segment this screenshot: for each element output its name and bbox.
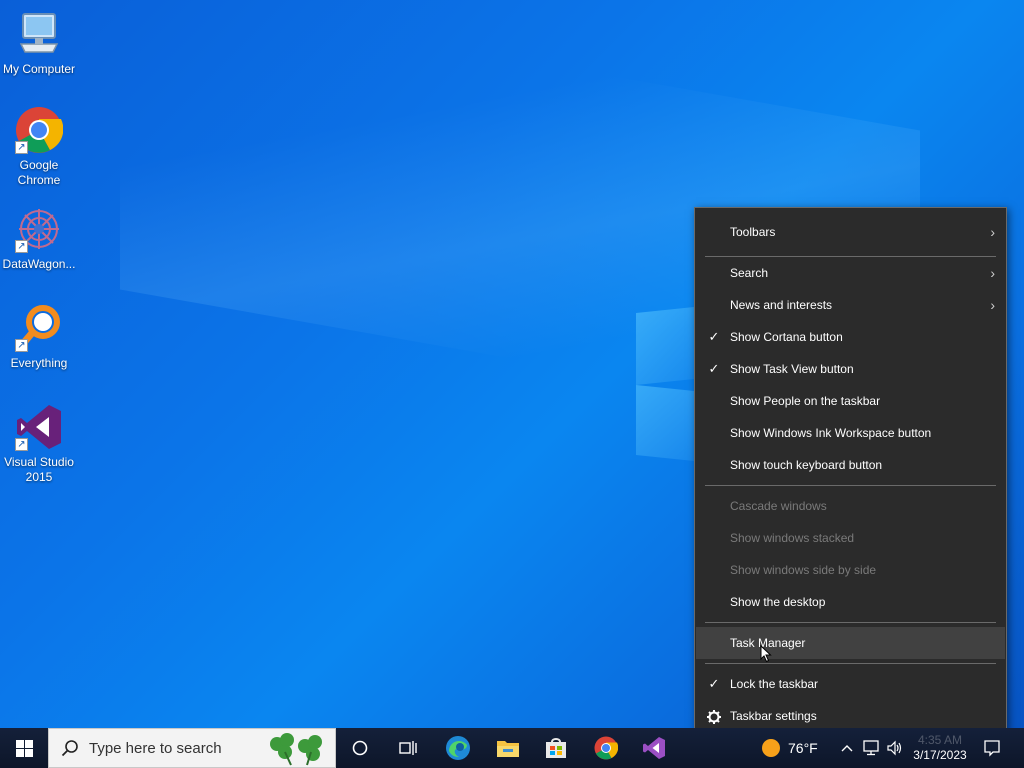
desktop-icon-datawagon[interactable]: ↗ DataWagon...: [0, 205, 78, 272]
menu-separator: [705, 485, 996, 486]
menu-item-label: Show windows stacked: [730, 531, 855, 545]
task-view-button[interactable]: [388, 728, 428, 768]
shortcut-arrow-icon: ↗: [15, 438, 28, 451]
chrome-icon: ↗: [15, 106, 64, 154]
menu-item-label: Show Windows Ink Workspace button: [730, 426, 932, 440]
menu-item-news-and-interests[interactable]: News and interests ›: [696, 289, 1005, 321]
submenu-arrow-icon: ›: [990, 265, 995, 281]
wallpaper-logo-pane-bottom: [636, 384, 694, 462]
store-icon: [546, 738, 566, 758]
menu-item-cascade-windows: Cascade windows: [696, 490, 1005, 522]
menu-item-label: Toolbars: [730, 225, 776, 239]
speaker-icon: [887, 740, 902, 756]
menu-item-show-windows-side-by-side: Show windows side by side: [696, 554, 1005, 586]
menu-item-show-touch-keyboard[interactable]: Show touch keyboard button: [696, 449, 1005, 481]
clock-date: 3/17/2023: [913, 748, 967, 762]
weather-temperature: 76°F: [788, 740, 818, 756]
weather-sun-icon: [762, 739, 780, 757]
menu-item-label: Show touch keyboard button: [730, 458, 883, 472]
shamrock-icon: [263, 732, 327, 768]
clock-time: 4:35 AM: [917, 733, 963, 747]
checkmark-icon: ✓: [708, 361, 720, 376]
taskbar-app-visual-studio[interactable]: [634, 728, 674, 768]
wallpaper-logo-pane-top: [636, 306, 694, 386]
menu-item-toolbars[interactable]: Toolbars ›: [696, 216, 1005, 248]
menu-item-show-windows-stacked: Show windows stacked: [696, 522, 1005, 554]
mouse-cursor-icon: [760, 644, 772, 668]
task-view-icon: [399, 741, 417, 755]
checkmark-icon: ✓: [708, 329, 720, 344]
volume-button[interactable]: [884, 728, 906, 768]
taskbar: Type here to search 76°F 4:35 AM 3/17/20…: [0, 728, 1024, 768]
checkmark-icon: ✓: [708, 676, 720, 691]
notification-icon: [984, 740, 1000, 757]
desktop-icon-label: Everything: [10, 356, 68, 370]
network-button[interactable]: [860, 728, 882, 768]
menu-item-label: News and interests: [730, 298, 833, 312]
everything-search-icon: ↗: [15, 304, 63, 352]
desktop-icon-visual-studio[interactable]: ↗ Visual Studio 2015: [0, 403, 78, 485]
menu-item-label: Lock the taskbar: [730, 677, 819, 691]
windows-logo-icon: [15, 739, 33, 757]
chrome-icon: [594, 736, 618, 760]
show-hidden-icons-button[interactable]: [838, 728, 856, 768]
action-center-button[interactable]: [980, 728, 1004, 768]
visual-studio-icon: [643, 737, 665, 759]
desktop-icon-label: DataWagon...: [2, 257, 76, 271]
shortcut-arrow-icon: ↗: [15, 339, 28, 352]
desktop-icon-everything[interactable]: ↗ Everything: [0, 304, 78, 371]
menu-item-label: Show People on the taskbar: [730, 394, 881, 408]
menu-item-search[interactable]: Search ›: [696, 257, 1005, 289]
menu-separator: [705, 663, 996, 664]
search-icon: [61, 739, 79, 757]
cortana-icon: [352, 740, 368, 756]
edge-icon: [446, 736, 470, 760]
menu-item-label: Show Cortana button: [730, 330, 843, 344]
search-placeholder: Type here to search: [89, 739, 222, 757]
start-button[interactable]: [0, 728, 48, 768]
desktop-icon-label: Google Chrome: [17, 158, 61, 187]
menu-item-show-windows-ink[interactable]: Show Windows Ink Workspace button: [696, 417, 1005, 449]
desktop-icon-label: Visual Studio 2015: [4, 455, 74, 484]
menu-item-label: Search: [730, 266, 769, 280]
visual-studio-icon: ↗: [15, 403, 63, 451]
menu-item-task-manager[interactable]: Task Manager: [696, 627, 1005, 659]
menu-separator: [705, 622, 996, 623]
weather-widget[interactable]: 76°F: [762, 728, 832, 768]
menu-item-label: Show windows side by side: [730, 563, 877, 577]
menu-item-lock-the-taskbar[interactable]: ✓ Lock the taskbar: [696, 668, 1005, 700]
menu-item-show-people[interactable]: Show People on the taskbar: [696, 385, 1005, 417]
menu-item-show-cortana-button[interactable]: ✓ Show Cortana button: [696, 321, 1005, 353]
taskbar-app-chrome[interactable]: [586, 728, 626, 768]
file-explorer-icon: [497, 741, 519, 757]
desktop-icon-my-computer[interactable]: My Computer: [0, 10, 78, 77]
submenu-arrow-icon: ›: [990, 297, 995, 313]
clock[interactable]: 4:35 AM 3/17/2023: [908, 728, 972, 768]
menu-item-show-the-desktop[interactable]: Show the desktop: [696, 586, 1005, 618]
chevron-up-icon: [841, 745, 853, 752]
shortcut-arrow-icon: ↗: [15, 141, 28, 154]
menu-item-show-task-view-button[interactable]: ✓ Show Task View button: [696, 353, 1005, 385]
shortcut-arrow-icon: ↗: [15, 240, 28, 253]
desktop-icon-google-chrome[interactable]: ↗ Google Chrome: [0, 106, 78, 188]
menu-item-label: Show Task View button: [730, 362, 854, 376]
cortana-button[interactable]: [340, 728, 380, 768]
desktop-icon-label: My Computer: [2, 62, 76, 76]
taskbar-search-box[interactable]: Type here to search: [48, 728, 336, 768]
menu-item-label: Taskbar settings: [730, 709, 817, 723]
datawagon-icon: ↗: [15, 205, 63, 253]
submenu-arrow-icon: ›: [990, 224, 995, 240]
taskbar-app-file-explorer[interactable]: [488, 728, 528, 768]
taskbar-context-menu: Toolbars › Search › News and interests ›…: [694, 207, 1007, 740]
taskbar-app-edge[interactable]: [438, 728, 478, 768]
taskbar-app-store[interactable]: [536, 728, 576, 768]
menu-item-label: Show the desktop: [730, 595, 826, 609]
network-icon: [863, 740, 879, 756]
computer-icon: [15, 10, 63, 58]
menu-item-label: Cascade windows: [730, 499, 827, 513]
